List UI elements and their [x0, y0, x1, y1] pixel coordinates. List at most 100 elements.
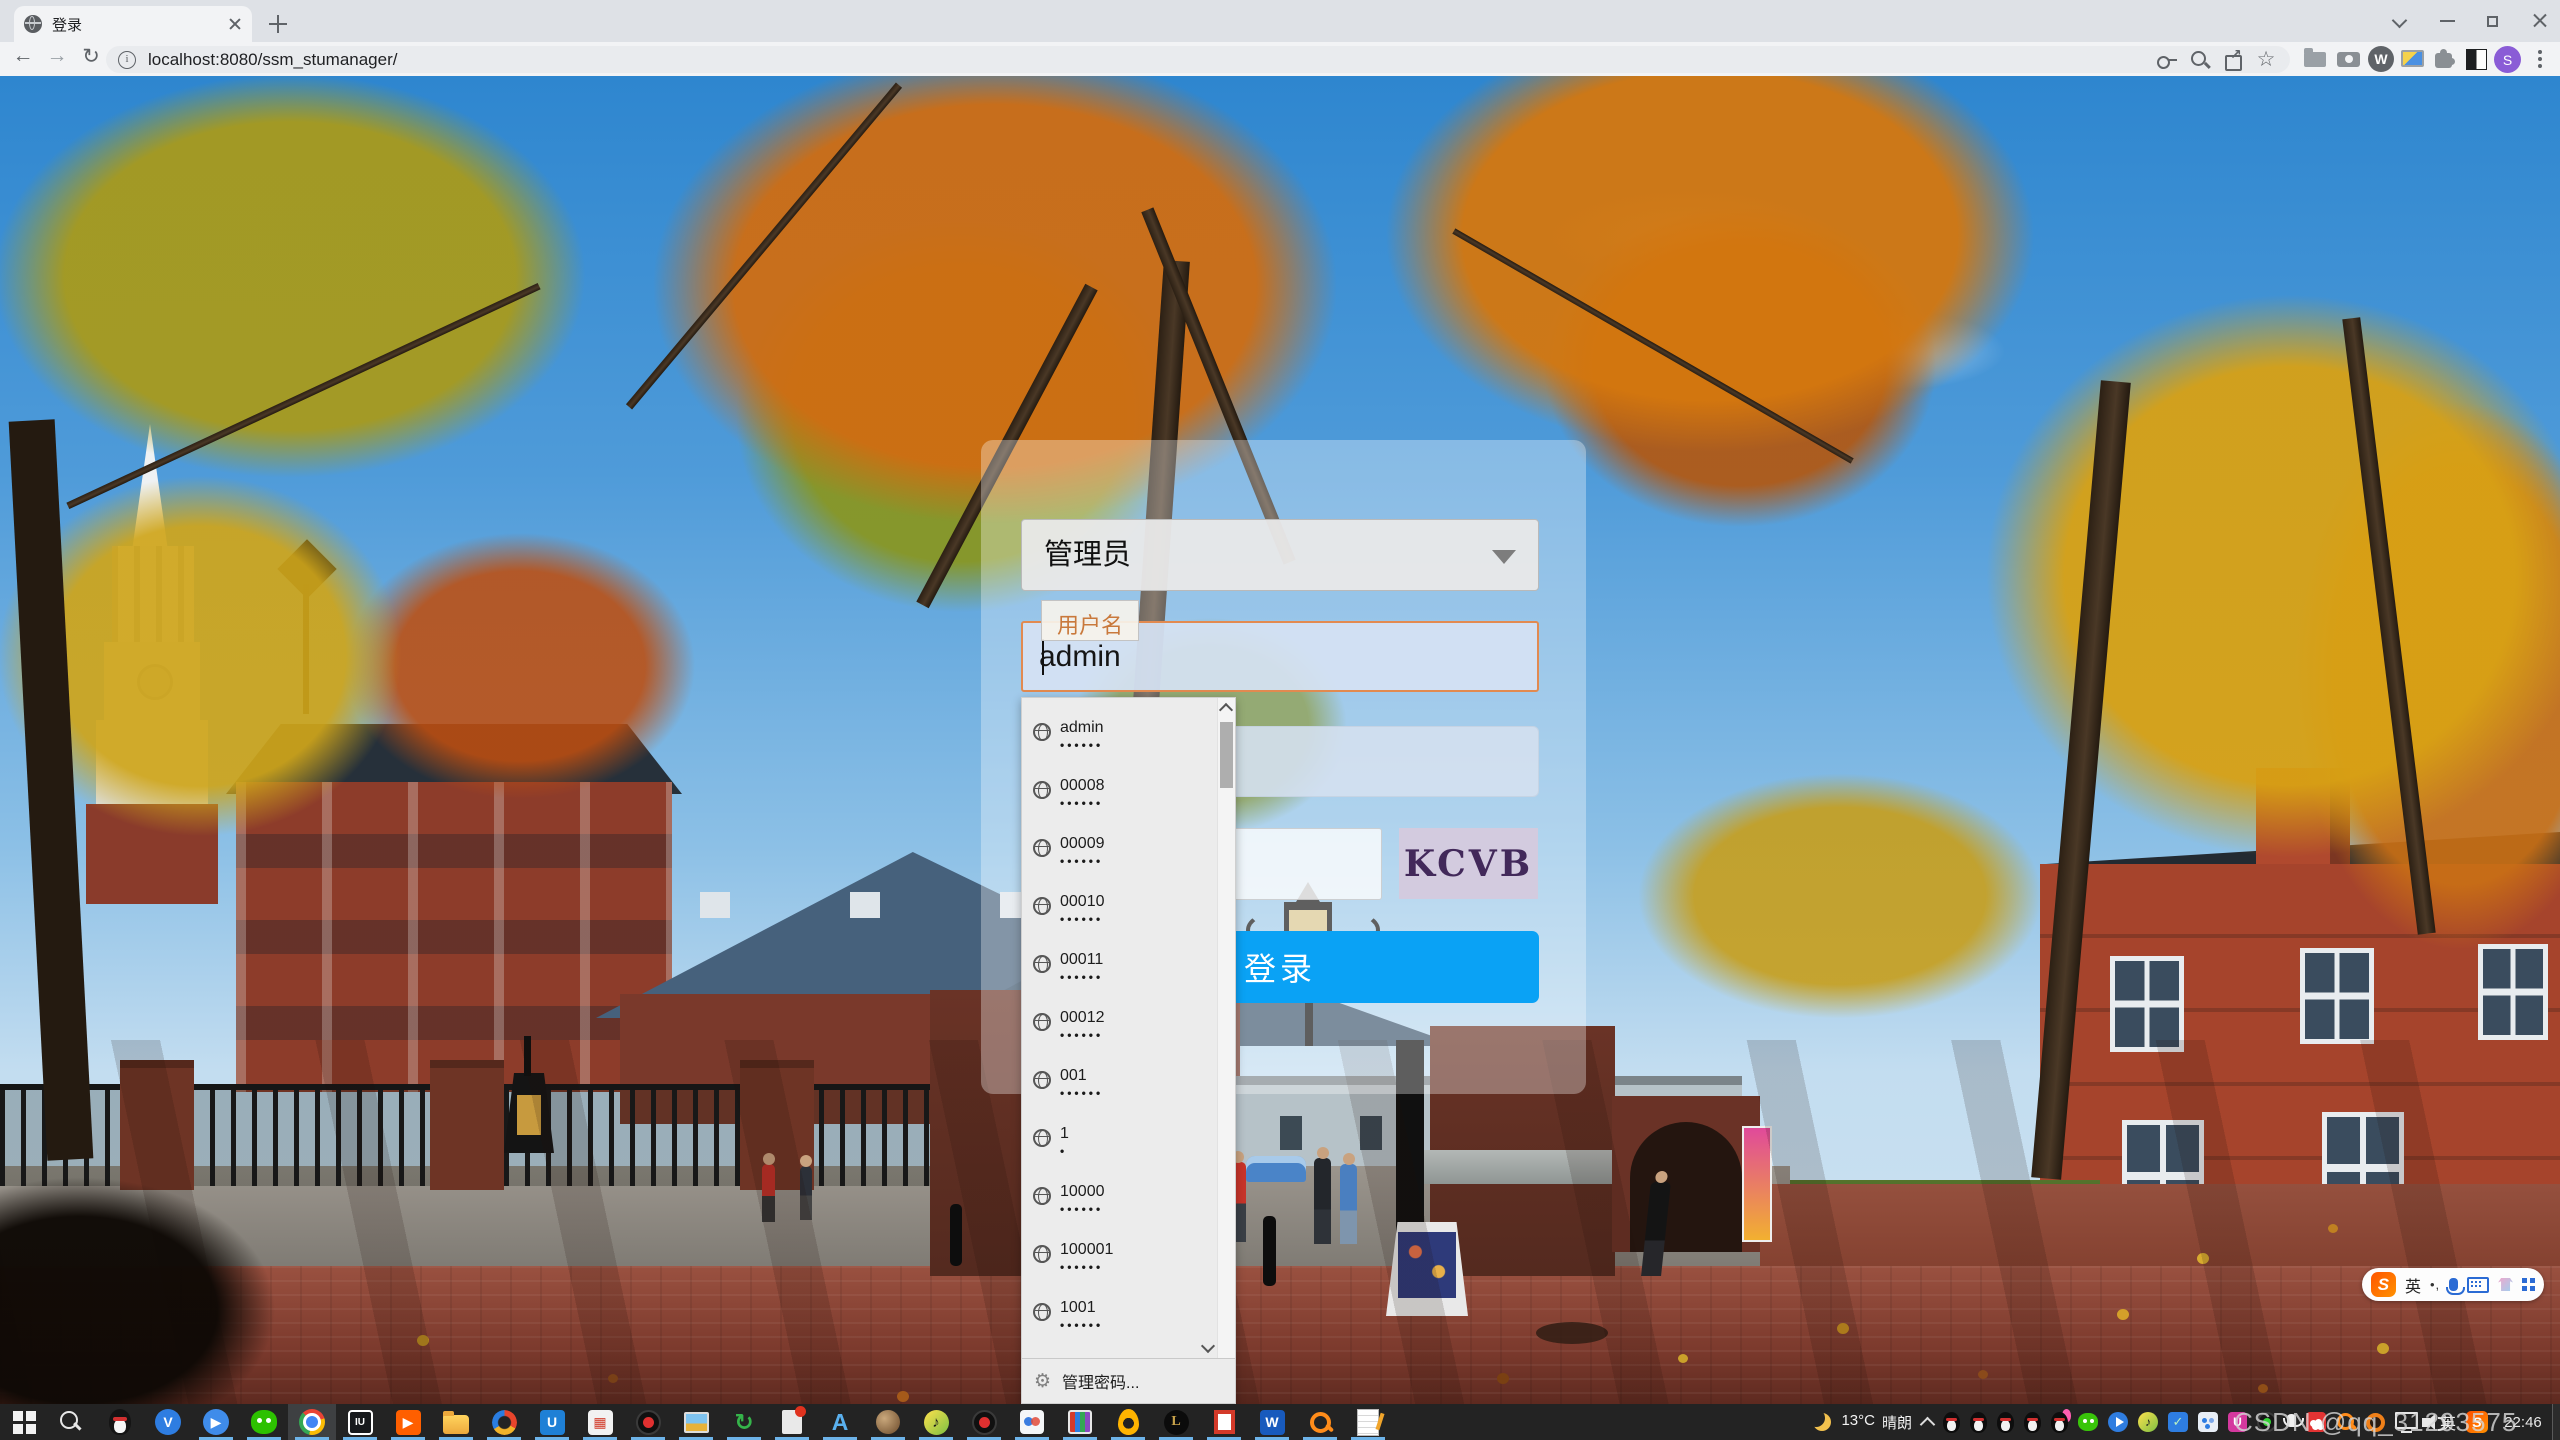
app-utools[interactable]: U	[528, 1404, 576, 1440]
app-ring[interactable]	[480, 1404, 528, 1440]
app-word[interactable]: W	[1248, 1404, 1296, 1440]
app-chrome[interactable]	[288, 1404, 336, 1440]
app-idea[interactable]: IU	[336, 1404, 384, 1440]
tray-qq-1[interactable]	[1942, 1411, 1960, 1433]
wikipedia-extension-icon[interactable]: W	[2368, 46, 2394, 72]
microphone-icon[interactable]	[2446, 1278, 2466, 1295]
camera-extension-icon[interactable]	[2336, 46, 2362, 72]
profile-avatar[interactable]: S	[2494, 46, 2521, 73]
app-thunder[interactable]: ▶	[192, 1404, 240, 1440]
tray-qq-4[interactable]	[2023, 1411, 2041, 1433]
scroll-up-icon[interactable]	[1218, 702, 1234, 718]
00009[interactable]: 00009 ••••••	[1022, 826, 1235, 884]
tab-close-icon[interactable]	[228, 17, 242, 31]
skin-shirt-icon[interactable]	[2498, 1278, 2514, 1291]
tray-wechat[interactable]	[2077, 1413, 2098, 1431]
captcha-image[interactable]: KCVB	[1399, 828, 1538, 899]
app-grid[interactable]: ▦	[576, 1404, 624, 1440]
00012[interactable]: 00012 ••••••	[1022, 1000, 1235, 1058]
role-select[interactable]: 管理员	[1021, 519, 1539, 591]
tray-everything[interactable]	[2336, 1412, 2356, 1432]
app-v[interactable]: V	[144, 1404, 192, 1440]
app-redframe[interactable]	[1200, 1404, 1248, 1440]
tray-recorder[interactable]	[2256, 1412, 2277, 1432]
app-recorder[interactable]	[624, 1404, 672, 1440]
image-extension-icon[interactable]	[2400, 46, 2426, 72]
menu-dots-icon[interactable]	[2530, 46, 2548, 72]
url-text[interactable]: localhost:8080/ssm_stumanager/	[148, 50, 2146, 70]
toolbox-grid-icon[interactable]	[2522, 1278, 2535, 1291]
sogou-logo-icon[interactable]: S	[2371, 1272, 2396, 1297]
app-sync[interactable]: ↻	[720, 1404, 768, 1440]
reload-button[interactable]: ↻	[76, 44, 106, 69]
app-wechat[interactable]	[240, 1404, 288, 1440]
scrollbar-thumb[interactable]	[1220, 722, 1233, 788]
tray-music[interactable]: ♪	[2137, 1412, 2158, 1432]
back-button[interactable]: ←	[8, 44, 38, 68]
clock[interactable]: 22:46	[2498, 1414, 2548, 1431]
window-minimize-button[interactable]	[2438, 10, 2458, 30]
app-game[interactable]	[864, 1404, 912, 1440]
app-qq[interactable]	[96, 1404, 144, 1440]
app-pin[interactable]	[768, 1404, 816, 1440]
weather-widget[interactable]: 13°C 晴朗	[1841, 1412, 1912, 1433]
ime-punctuation-toggle[interactable]: •,	[2430, 1277, 2440, 1292]
00010[interactable]: 00010 ••••••	[1022, 884, 1235, 942]
admin[interactable]: admin ••••••	[1022, 710, 1235, 768]
100001[interactable]: 100001 ••••••	[1022, 1232, 1235, 1290]
tray-netdisk[interactable]	[2305, 1412, 2326, 1432]
new-tab-button[interactable]	[266, 12, 290, 36]
1001[interactable]: 1001 ••••••	[1022, 1290, 1235, 1348]
app-notepad[interactable]	[1344, 1404, 1392, 1440]
extensions-puzzle-icon[interactable]	[2432, 46, 2458, 72]
app-music[interactable]: ♪	[912, 1404, 960, 1440]
tray-player[interactable]	[2107, 1412, 2128, 1432]
tray-network[interactable]	[2394, 1411, 2418, 1433]
password-key-icon[interactable]	[2155, 48, 2179, 72]
tray-qq-5[interactable]	[2050, 1411, 2068, 1433]
1[interactable]: 1 •	[1022, 1116, 1235, 1174]
app-foxmail[interactable]: ▶	[384, 1404, 432, 1440]
tray-mic[interactable]	[2282, 1413, 2304, 1427]
app-a[interactable]: A	[816, 1404, 864, 1440]
00011[interactable]: 00011 ••••••	[1022, 942, 1235, 1000]
tray-volume[interactable]	[2421, 1413, 2446, 1431]
tray-qq-2[interactable]	[1969, 1411, 1987, 1433]
site-info-icon[interactable]	[118, 50, 136, 69]
hidden-icons-chevron[interactable]	[1919, 1416, 1936, 1432]
tray-qq-3[interactable]	[1996, 1411, 2014, 1433]
dropdown-scrollbar[interactable]	[1217, 698, 1235, 1358]
10000[interactable]: 10000 ••••••	[1022, 1174, 1235, 1232]
share-icon[interactable]	[2221, 46, 2245, 72]
sogou-tray-icon[interactable]: S	[2466, 1411, 2488, 1433]
search-button[interactable]	[48, 1404, 96, 1440]
manage-passwords-item[interactable]: ⚙ 管理密码...	[1022, 1359, 1235, 1403]
ime-language-toggle[interactable]: 英	[2405, 1273, 2421, 1297]
night-mode-moon-icon[interactable]	[1813, 1413, 1831, 1431]
forward-button[interactable]: →	[42, 44, 72, 68]
darkmode-extension-icon[interactable]	[2464, 46, 2490, 72]
window-maximize-button[interactable]	[2484, 10, 2504, 30]
tray-usb[interactable]: U	[2227, 1412, 2247, 1432]
download-extension-icon[interactable]	[2302, 46, 2328, 72]
001[interactable]: 001 ••••••	[1022, 1058, 1235, 1116]
window-close-button[interactable]	[2530, 10, 2550, 30]
app-explorer[interactable]	[432, 1404, 480, 1440]
window-chevron-icon[interactable]	[2390, 10, 2410, 30]
bookmark-star-icon[interactable]: ☆	[2254, 48, 2278, 72]
tray-thunder[interactable]: ✓	[2167, 1412, 2188, 1432]
browser-tab[interactable]: 登录	[14, 6, 252, 42]
start-button[interactable]	[0, 1404, 48, 1440]
00008[interactable]: 00008 ••••••	[1022, 768, 1235, 826]
app-recorder2[interactable]	[960, 1404, 1008, 1440]
zoom-icon[interactable]	[2188, 48, 2212, 72]
app-winrar[interactable]	[1056, 1404, 1104, 1440]
tray-people[interactable]	[2197, 1412, 2218, 1432]
app-everything[interactable]	[1296, 1404, 1344, 1440]
keyboard-icon[interactable]	[2467, 1276, 2490, 1293]
tray-guard[interactable]	[2365, 1412, 2385, 1432]
show-desktop-button[interactable]	[2552, 1404, 2560, 1440]
app-emulator[interactable]	[1104, 1404, 1152, 1440]
app-cc[interactable]	[1008, 1404, 1056, 1440]
app-lol[interactable]: L	[1152, 1404, 1200, 1440]
